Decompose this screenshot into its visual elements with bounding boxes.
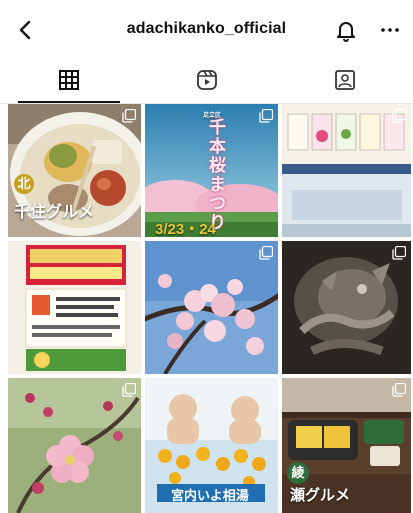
tab-posts[interactable] — [0, 60, 138, 104]
profile-header: adachikanko_official — [0, 0, 413, 58]
multiple-posts-icon — [259, 109, 273, 123]
post-tile[interactable]: 北 千住グルメ — [8, 104, 141, 237]
post-caption: 千住グルメ — [14, 204, 95, 221]
post-caption: 瀬グルメ — [290, 487, 351, 504]
poster-date: 3/23・24 — [155, 221, 216, 237]
post-image — [145, 241, 278, 374]
badge-aya: 綾 — [287, 462, 309, 484]
post-tile[interactable] — [8, 378, 141, 513]
post-image — [8, 241, 141, 374]
multiple-posts-icon — [392, 109, 406, 123]
post-image — [8, 378, 141, 513]
grid-icon — [59, 70, 79, 90]
multiple-posts-icon — [122, 383, 136, 397]
tagged-user-icon — [335, 70, 355, 90]
post-tile[interactable] — [145, 241, 278, 374]
multiple-posts-icon — [392, 383, 406, 397]
post-tile[interactable] — [282, 104, 411, 237]
post-image — [282, 241, 411, 374]
poster-banner: 宮内いよ相湯 — [171, 488, 249, 503]
badge-north: 北 — [14, 174, 34, 194]
posts-grid: 北 千住グルメ 足立区 千本桜まつり 3/23・24 宮内いよ相湯 綾 瀬グルメ — [8, 104, 411, 513]
more-horizontal-icon — [381, 28, 399, 32]
bell-icon — [337, 22, 355, 42]
notifications-button[interactable] — [334, 18, 358, 42]
reels-icon — [197, 70, 217, 90]
post-tile[interactable] — [282, 241, 411, 374]
poster-title: 千本桜まつり — [209, 118, 226, 232]
more-options-button[interactable] — [378, 18, 402, 42]
tab-tagged[interactable] — [276, 60, 413, 104]
tab-reels[interactable] — [138, 60, 276, 104]
post-image — [282, 104, 411, 237]
multiple-posts-icon — [392, 246, 406, 260]
multiple-posts-icon — [259, 246, 273, 260]
post-tile[interactable]: 足立区 千本桜まつり 3/23・24 — [145, 104, 278, 237]
post-tile[interactable]: 綾 瀬グルメ — [282, 378, 411, 513]
profile-tabs — [0, 60, 413, 104]
post-tile[interactable]: 宮内いよ相湯 — [145, 378, 278, 513]
post-tile[interactable] — [8, 241, 141, 374]
multiple-posts-icon — [122, 109, 136, 123]
